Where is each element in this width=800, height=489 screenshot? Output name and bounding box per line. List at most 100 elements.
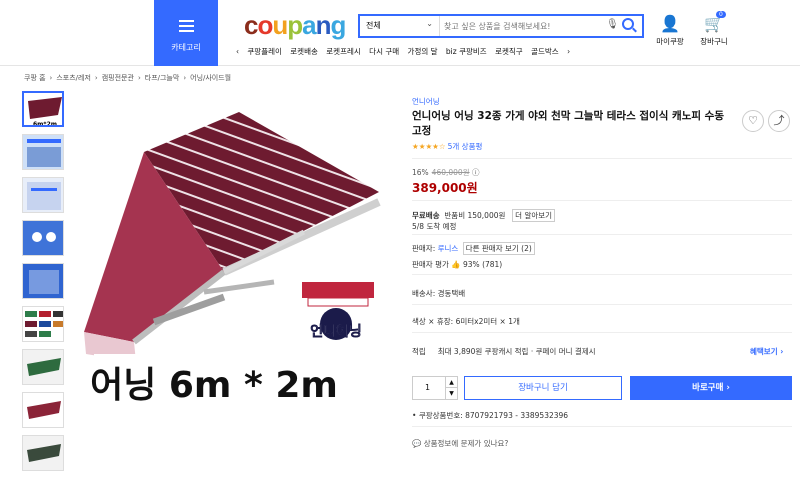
product-number-row: • 쿠팡상품번호: 8707921793 - 3389532396 — [412, 410, 568, 421]
seller-rating-label: 판매자 평가 — [412, 260, 449, 269]
breadcrumb-item[interactable]: 쿠팡 홈 — [24, 74, 46, 82]
product-main-image[interactable]: 어닝 6m * 2m 언니어닝 — [74, 92, 384, 472]
microphone-icon[interactable]: 🎙 — [606, 19, 619, 30]
coupang-logo[interactable]: coupang — [244, 10, 346, 41]
quick-link[interactable]: 로켓배송 — [290, 47, 318, 56]
chevron-down-icon: ⌄ — [426, 19, 433, 28]
quantity-down-icon[interactable]: ▼ — [445, 388, 457, 399]
quick-link[interactable]: 쿠팡플레이 — [247, 47, 282, 56]
quick-link[interactable]: 골드박스 — [531, 47, 559, 56]
quick-link[interactable]: 가정의 달 — [408, 47, 438, 56]
quantity-up-icon[interactable]: ▲ — [445, 377, 457, 388]
search-category-select[interactable]: 전체 ⌄ — [360, 16, 440, 36]
breadcrumb-sep: › — [49, 74, 53, 82]
menu-icon — [179, 20, 194, 32]
seller-row: 판매자: 루니스 다른 판매자 보기 (2) — [412, 242, 535, 255]
quick-link[interactable]: biz 쿠팡비즈 — [446, 47, 487, 56]
star-icon: ★★★★☆ — [412, 142, 446, 151]
shipping-label: 무료배송 — [412, 211, 440, 220]
header: 카테고리 coupang 전체⌄ 🎙 👤 마이쿠팡 🛒0 장바구니 ‹ 쿠팡플레… — [0, 0, 800, 66]
review-count[interactable]: 5개 상품평 — [448, 142, 483, 151]
seller-label: 판매자: — [412, 244, 436, 253]
divider — [412, 200, 792, 201]
quick-link[interactable]: 로켓프레시 — [326, 47, 361, 56]
quick-links: ‹ 쿠팡플레이 로켓배송 로켓프레시 다시 구매 가정의 달 biz 쿠팡비즈 … — [236, 46, 576, 62]
breadcrumb-item[interactable]: 스포츠/레저 — [56, 74, 91, 82]
quick-link[interactable]: 로켓직구 — [495, 47, 523, 56]
seller-rating-row: 판매자 평가 👍 93% (781) — [412, 259, 502, 270]
divider — [412, 304, 792, 305]
rating[interactable]: ★★★★☆ 5개 상품평 — [412, 141, 482, 152]
chat-icon: 💬 — [412, 439, 422, 448]
delivery-date: 5/8 도착 예정 — [412, 222, 457, 231]
discount-rate: 16% — [412, 168, 429, 177]
breadcrumb-item[interactable]: 타프/그늘막 — [145, 74, 180, 82]
breadcrumb-sep: › — [94, 74, 98, 82]
thumbnail[interactable] — [22, 134, 64, 170]
thumbnail[interactable] — [22, 306, 64, 342]
thumbnail[interactable] — [22, 435, 64, 471]
bullet-icon: • — [412, 411, 417, 420]
original-price: 460,000원 — [431, 168, 470, 177]
thumbs-up-icon: 👍 — [451, 260, 461, 269]
other-sellers-button[interactable]: 다른 판매자 보기 (2) — [462, 242, 535, 255]
reward-label: 적립 — [412, 347, 426, 356]
search-bar: 전체⌄ 🎙 — [358, 14, 644, 38]
thumbnail[interactable] — [22, 177, 64, 213]
divider — [412, 274, 792, 275]
reward-row: 적립 최대 3,890원 쿠팡캐시 적립 · 쿠페이 머니 결제시 — [412, 346, 596, 357]
carrier: 배송사: 경동택배 — [412, 289, 466, 298]
cart-count-badge: 0 — [716, 11, 726, 18]
mypage-button[interactable]: 👤 마이쿠팡 — [650, 14, 690, 47]
product-number: 쿠팡상품번호: 8707921793 - 3389532396 — [418, 411, 569, 420]
cart-icon: 🛒 0 — [704, 11, 726, 33]
svg-text:언니어닝: 언니어닝 — [310, 323, 362, 340]
divider — [412, 234, 792, 235]
image-size-caption: 어닝 6m * 2m — [90, 365, 338, 406]
buy-now-button[interactable]: 바로구매 › — [630, 376, 792, 400]
search-input[interactable] — [444, 18, 604, 34]
user-icon: 👤 — [660, 14, 680, 33]
quantity-value[interactable]: 1 — [425, 383, 430, 392]
return-fee: 반품비 150,000원 — [444, 211, 506, 220]
thumbnail[interactable] — [22, 263, 64, 299]
breadcrumb: 쿠팡 홈 › 스포츠/레저 › 캠핑전문관 › 타프/그늘막 › 어닝/사이드월 — [24, 73, 235, 83]
divider — [412, 158, 792, 159]
chevron-right-icon[interactable]: › — [567, 47, 570, 56]
benefits-link[interactable]: 혜택보기 › — [750, 346, 783, 357]
thumbnail[interactable]: 6m*2m — [22, 91, 64, 127]
thumbnail[interactable] — [22, 392, 64, 428]
info-icon[interactable]: ⓘ — [472, 168, 480, 177]
heart-icon[interactable]: ♡ — [742, 110, 764, 132]
seller-name[interactable]: 루니스 — [438, 244, 459, 253]
category-button[interactable]: 카테고리 — [154, 0, 218, 66]
divider — [412, 426, 792, 427]
mypage-label: 마이쿠팡 — [656, 37, 684, 46]
search-icon[interactable] — [622, 18, 634, 30]
brand-link[interactable]: 언니어닝 — [412, 96, 440, 107]
report-link[interactable]: 💬 상품정보에 문제가 있나요? — [412, 438, 508, 449]
chevron-left-icon[interactable]: ‹ — [236, 47, 239, 56]
svg-text:6m*2m: 6m*2m — [33, 121, 57, 127]
selected-option: 색상 × 휴장: 6미터x2미터 × 1개 — [412, 317, 520, 326]
breadcrumb-sep: › — [183, 74, 187, 82]
add-to-cart-button[interactable]: 장바구니 담기 — [464, 376, 622, 400]
sale-price: 389,000원 — [412, 181, 478, 195]
cart-button[interactable]: 🛒 0 장바구니 — [694, 11, 734, 47]
quantity-stepper[interactable]: 1 ▲ ▼ — [412, 376, 458, 400]
breadcrumb-sep: › — [137, 74, 141, 82]
thumbnail[interactable] — [22, 349, 64, 385]
category-label: 카테고리 — [171, 43, 201, 52]
product-title: 언니어닝 어닝 32종 가게 야외 천막 그늘막 테라스 접이식 캐노피 수동 … — [412, 110, 724, 137]
thumbnail[interactable] — [22, 220, 64, 256]
more-info-button[interactable]: 더 알아보기 — [512, 209, 556, 222]
reward-text: 최대 3,890원 쿠팡캐시 적립 · 쿠페이 머니 결제시 — [437, 347, 596, 356]
share-icon[interactable]: ⤴ — [768, 110, 790, 132]
cart-label: 장바구니 — [700, 37, 728, 46]
breadcrumb-item[interactable]: 어닝/사이드월 — [190, 74, 231, 82]
seller-rating: 93% (781) — [463, 260, 503, 269]
thumbnail-list: 6m*2m — [22, 91, 66, 478]
divider — [412, 332, 792, 333]
breadcrumb-item[interactable]: 캠핑전문관 — [102, 74, 134, 82]
quick-link[interactable]: 다시 구매 — [369, 47, 399, 56]
